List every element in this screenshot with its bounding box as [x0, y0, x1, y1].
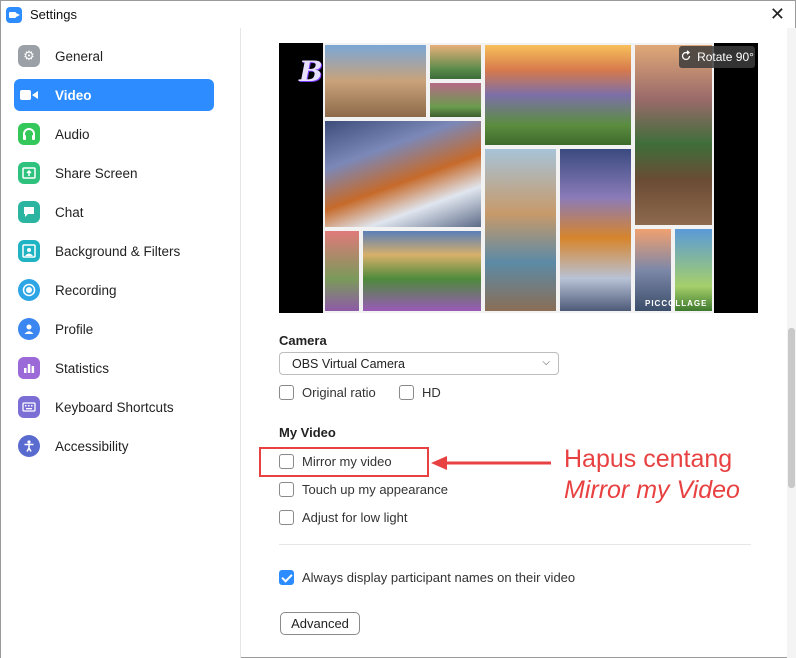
- content-scrollbar[interactable]: [787, 28, 796, 658]
- window-title: Settings: [30, 7, 77, 22]
- rotate-label: Rotate 90°: [697, 50, 754, 64]
- gear-icon: ⚙: [18, 45, 40, 67]
- advanced-button[interactable]: Advanced: [280, 612, 360, 635]
- sidebar-item-label: Background & Filters: [55, 243, 181, 259]
- overlay-letter: B: [299, 55, 323, 88]
- sidebar-item-statistics[interactable]: Statistics: [14, 352, 214, 384]
- title-bar: Settings ✕: [1, 1, 795, 28]
- sidebar-item-share-screen[interactable]: Share Screen: [14, 157, 214, 189]
- background-person-icon: [18, 240, 40, 262]
- sidebar-item-background-filters[interactable]: Background & Filters: [14, 235, 214, 267]
- checkbox-box[interactable]: [279, 385, 294, 400]
- sidebar-item-label: Keyboard Shortcuts: [55, 399, 174, 415]
- camera-heading: Camera: [279, 333, 327, 348]
- section-divider: [279, 544, 751, 545]
- headphones-icon: [18, 123, 40, 145]
- checkbox-label: Original ratio: [302, 385, 376, 400]
- checkbox-box[interactable]: [399, 385, 414, 400]
- camera-selected-value: OBS Virtual Camera: [292, 356, 406, 371]
- camera-select[interactable]: OBS Virtual Camera ⌵: [279, 352, 559, 375]
- collage-watermark: PICCOLLAGE: [645, 299, 708, 308]
- sidebar-item-label: Video: [55, 87, 92, 103]
- chat-bubble-icon: [18, 201, 40, 223]
- video-camera-icon: [18, 84, 40, 106]
- sidebar-item-keyboard-shortcuts[interactable]: Keyboard Shortcuts: [14, 391, 214, 423]
- checkbox-box-checked[interactable]: [279, 570, 294, 585]
- annotation-line-2: Mirror my Video: [564, 476, 740, 504]
- scrollbar-thumb[interactable]: [788, 328, 795, 488]
- record-circle-icon: [18, 279, 40, 301]
- video-settings-panel: B Rotate 90° PICCOLLAGE Camera OBS Virtu…: [242, 28, 787, 658]
- adjust-low-light-checkbox[interactable]: Adjust for low light: [279, 510, 408, 525]
- sidebar-item-recording[interactable]: Recording: [14, 274, 214, 306]
- sidebar-item-label: Accessibility: [55, 438, 129, 454]
- sidebar-item-general[interactable]: ⚙ General: [14, 40, 214, 72]
- accessibility-icon: [18, 435, 40, 457]
- display-participant-names-checkbox[interactable]: Always display participant names on thei…: [279, 570, 575, 585]
- rotate-90-button[interactable]: Rotate 90°: [679, 46, 755, 68]
- touch-up-appearance-checkbox[interactable]: Touch up my appearance: [279, 482, 448, 497]
- annotation-line-1: Hapus centang: [564, 445, 733, 473]
- sidebar-item-label: Chat: [55, 204, 84, 220]
- sidebar-item-label: General: [55, 48, 104, 64]
- camera-preview: B Rotate 90° PICCOLLAGE: [279, 43, 758, 313]
- my-video-heading: My Video: [279, 425, 336, 440]
- rotate-icon: [680, 49, 692, 65]
- person-icon: [18, 318, 40, 340]
- hd-checkbox[interactable]: HD: [399, 385, 441, 400]
- annotation-highlight-box: [259, 447, 429, 477]
- sidebar-item-video[interactable]: Video: [14, 79, 214, 111]
- sidebar-item-label: Statistics: [55, 360, 110, 376]
- sidebar-item-label: Share Screen: [55, 165, 138, 181]
- checkbox-label: Touch up my appearance: [302, 482, 448, 497]
- sidebar-item-chat[interactable]: Chat: [14, 196, 214, 228]
- sidebar-item-accessibility[interactable]: Accessibility: [14, 430, 214, 462]
- chevron-down-icon: ⌵: [542, 357, 550, 368]
- sidebar-item-label: Recording: [55, 282, 117, 298]
- settings-window: Settings ✕ ⚙ General Video Audio Share S…: [0, 0, 796, 658]
- checkbox-label: Adjust for low light: [302, 510, 408, 525]
- checkbox-label: Always display participant names on thei…: [302, 570, 576, 585]
- bar-chart-icon: [18, 357, 40, 379]
- sidebar-item-profile[interactable]: Profile: [14, 313, 214, 345]
- checkbox-box[interactable]: [279, 482, 294, 497]
- checkbox-box[interactable]: [279, 510, 294, 525]
- sidebar-item-label: Audio: [55, 126, 90, 142]
- preview-image-collage: [323, 43, 714, 313]
- zoom-app-icon: [6, 6, 22, 23]
- settings-sidebar: ⚙ General Video Audio Share Screen Chat …: [1, 28, 241, 658]
- sidebar-item-label: Profile: [55, 321, 94, 337]
- annotation-arrow: [431, 456, 551, 470]
- original-ratio-checkbox[interactable]: Original ratio: [279, 385, 376, 400]
- share-screen-icon: [18, 162, 40, 184]
- close-icon[interactable]: ✕: [770, 4, 785, 24]
- keyboard-icon: [18, 396, 40, 418]
- sidebar-item-audio[interactable]: Audio: [14, 118, 214, 150]
- checkbox-label: HD: [422, 385, 441, 400]
